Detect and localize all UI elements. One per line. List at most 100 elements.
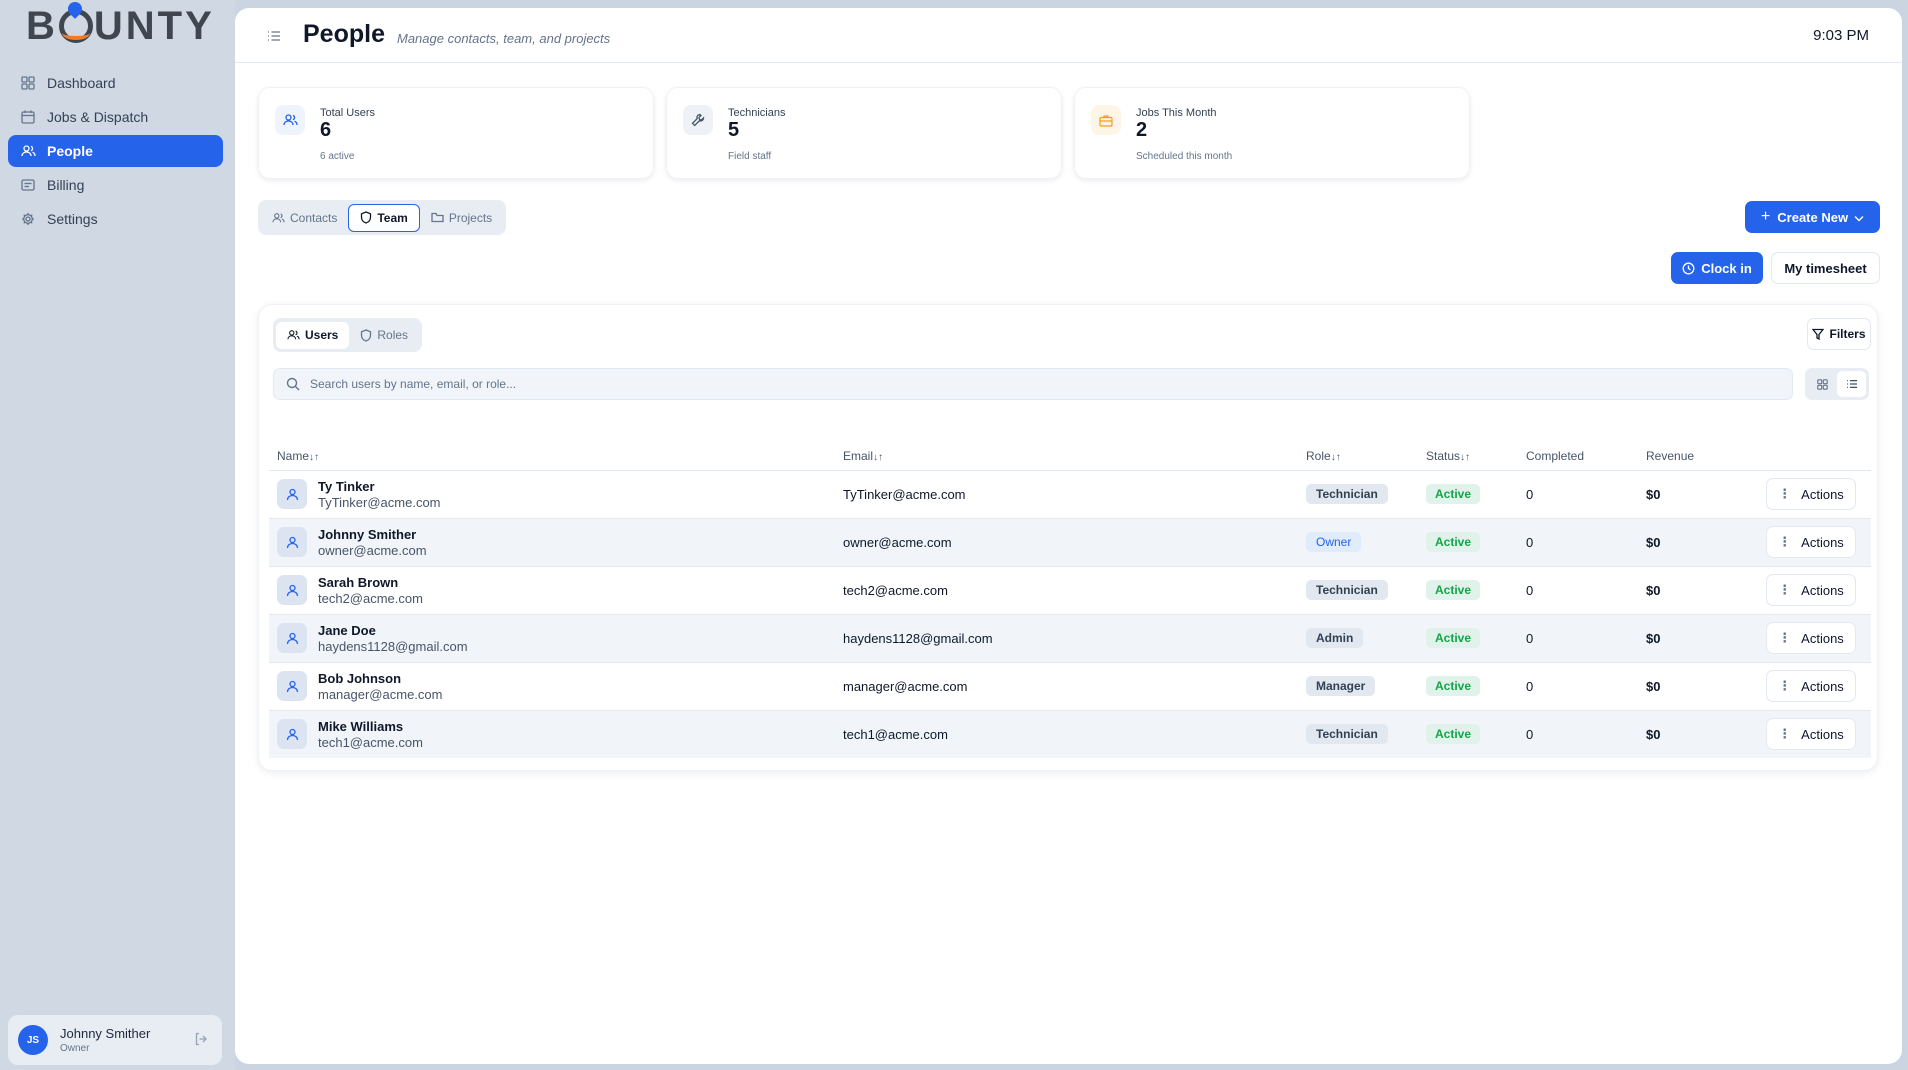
tab-users[interactable]: Users (276, 321, 350, 349)
more-vertical-icon: ⋮ (1778, 726, 1792, 742)
stat-label: Total Users (320, 107, 376, 119)
cell-role: Technician (1298, 710, 1418, 758)
cell-user: Bob Johnson manager@acme.com (269, 662, 835, 710)
cell-role: Admin (1298, 614, 1418, 662)
tab-label: Roles (377, 328, 409, 342)
role-badge: Owner (1306, 532, 1362, 552)
table-row[interactable]: Bob Johnson manager@acme.com manager@acme.… (269, 662, 1871, 710)
cell-revenue: $0 (1646, 726, 1661, 742)
table-row[interactable]: Mike Williams tech1@acme.com tech1@acme.co… (269, 710, 1871, 758)
cell-revenue: $0 (1646, 486, 1661, 502)
sort-icon: ↓↑ (309, 451, 320, 463)
cell-completed: 0 (1526, 582, 1534, 598)
user-card[interactable]: JS Johnny Smither Owner (8, 1015, 222, 1065)
more-vertical-icon: ⋮ (1778, 534, 1792, 549)
sidebar-item-label: Jobs & Dispatch (47, 109, 149, 125)
sort-icon: ↓↑ (873, 451, 884, 463)
calendar-icon (20, 109, 36, 125)
sidebar-item-jobs-dispatch[interactable]: Jobs & Dispatch (8, 101, 223, 133)
user-email-sub: manager@acme.com (318, 686, 443, 702)
user-role: Owner (60, 1043, 90, 1054)
tab-roles[interactable]: Roles (349, 322, 419, 349)
table-row[interactable]: Johnny Smither owner@acme.com owner@acme.c… (269, 518, 1871, 566)
table-row[interactable]: Jane Doe haydens1128@gmail.com haydens1128… (269, 614, 1871, 662)
user-avatar-icon (277, 575, 307, 605)
people-tabs: Contacts Team Projects (258, 200, 507, 235)
sidebar-item-label: Settings (47, 211, 98, 227)
my-timesheet-button[interactable]: My timesheet (1771, 252, 1880, 284)
sidebar-item-label: Dashboard (47, 75, 116, 91)
row-actions-button[interactable]: ⋮ Actions (1766, 478, 1856, 510)
list-icon (1846, 380, 1857, 388)
grid-view-button[interactable] (1808, 371, 1837, 397)
row-actions-button[interactable]: ⋮ Actions (1766, 718, 1856, 751)
role-badge: Admin (1306, 628, 1364, 648)
user-email-sub: haydens1128@gmail.com (318, 638, 468, 654)
cell-user: Jane Doe haydens1128@gmail.com (269, 614, 835, 662)
search-input[interactable] (310, 377, 1760, 391)
cell-role: Technician (1298, 470, 1418, 518)
briefcase-icon (1091, 105, 1121, 135)
column-header-name[interactable]: Name↓↑ (269, 442, 835, 470)
users-icon (20, 143, 36, 159)
actions-label: Actions (1801, 726, 1844, 742)
list-view-button[interactable] (1837, 371, 1866, 397)
role-badge: Technician (1306, 724, 1388, 745)
filter-icon (1812, 328, 1825, 340)
user-name: Ty Tinker (318, 478, 375, 494)
create-new-button[interactable]: + Create New (1745, 201, 1880, 233)
role-badge: Technician (1306, 484, 1388, 504)
cell-completed: 0 (1526, 630, 1534, 646)
column-header-role[interactable]: Role↓↑ (1298, 442, 1418, 470)
filters-button[interactable]: Filters (1807, 318, 1871, 350)
cell-user: Sarah Brown tech2@acme.com (269, 566, 835, 614)
table-row[interactable]: Sarah Brown tech2@acme.com tech2@acme.com T… (269, 566, 1871, 614)
tab-contacts[interactable]: Contacts (261, 204, 348, 232)
row-actions-button[interactable]: ⋮ Actions (1766, 526, 1856, 558)
chevron-down-icon (1854, 210, 1864, 225)
actions-label: Actions (1801, 534, 1844, 550)
cell-actions: ⋮ Actions (1758, 470, 1871, 518)
menu-icon[interactable] (267, 29, 281, 47)
user-avatar-icon (277, 623, 307, 653)
tab-label: Team (377, 210, 408, 225)
search-icon (286, 377, 300, 391)
stat-sub: Field staff (728, 151, 772, 162)
sidebar-item-people[interactable]: People (8, 135, 223, 167)
table-row[interactable]: Ty Tinker TyTinker@acme.com TyTinker@acme.… (269, 470, 1871, 518)
row-actions-button[interactable]: ⋮ Actions (1766, 574, 1856, 606)
tab-team[interactable]: Team (348, 203, 420, 232)
status-badge: Active (1426, 676, 1481, 696)
sidebar-item-label: People (47, 143, 93, 159)
grid-icon (20, 75, 36, 91)
user-name: Sarah Brown (318, 574, 399, 590)
column-header-email[interactable]: Email↓↑ (835, 442, 1298, 470)
sidebar-item-billing[interactable]: Billing (8, 169, 223, 201)
column-header-completed: Completed (1526, 448, 1585, 463)
sidebar-item-dashboard[interactable]: Dashboard (8, 67, 223, 99)
status-badge: Active (1426, 580, 1481, 600)
logout-icon[interactable] (194, 1032, 208, 1049)
clock: 9:03 PM (1813, 27, 1869, 44)
cell-role: Technician (1298, 566, 1418, 614)
cell-email: tech2@acme.com (843, 582, 948, 598)
actions-label: Actions (1801, 486, 1844, 502)
actions-label: Actions (1801, 678, 1844, 694)
stat-label: Technicians (728, 107, 786, 119)
bounty-logo[interactable]: B UNTY (26, 4, 215, 54)
column-header-status[interactable]: Status↓↑ (1418, 442, 1518, 470)
sidebar-item-settings[interactable]: Settings (8, 203, 223, 235)
more-vertical-icon: ⋮ (1778, 582, 1792, 597)
clock-in-button[interactable]: Clock in (1671, 252, 1763, 284)
row-actions-button[interactable]: ⋮ Actions (1766, 622, 1856, 654)
tab-projects[interactable]: Projects (420, 204, 503, 232)
search-bar (273, 368, 1793, 400)
cell-user: Mike Williams tech1@acme.com (269, 710, 835, 758)
row-actions-button[interactable]: ⋮ Actions (1766, 670, 1856, 702)
sidebar-nav: Dashboard Jobs & Dispatch People Billing… (8, 67, 223, 237)
stat-value: 2 (1136, 119, 1148, 141)
cell-status: Active (1418, 470, 1518, 518)
role-badge: Manager (1306, 676, 1376, 696)
sidebar-item-label: Billing (47, 177, 85, 193)
gear-icon (20, 211, 36, 227)
